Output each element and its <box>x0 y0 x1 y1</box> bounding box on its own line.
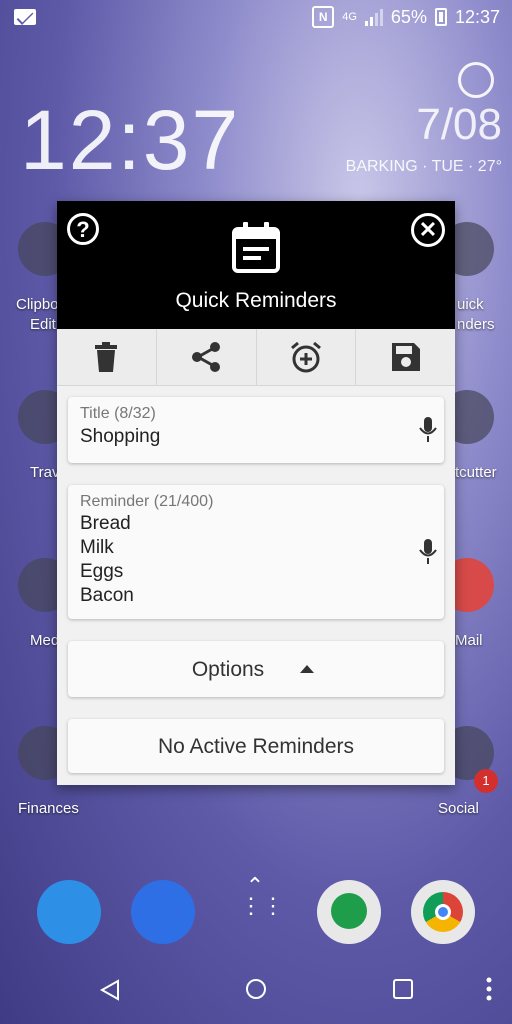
calendar-icon <box>232 222 280 273</box>
app-drawer-icon[interactable]: ⌃ ⋮⋮ <box>240 875 284 936</box>
network-type: 4G <box>342 10 357 23</box>
clipboard-app-label: Clipbo <box>16 296 59 313</box>
title-field-value[interactable]: Shopping <box>80 425 160 449</box>
share-icon <box>192 342 221 372</box>
travel-folder-label: Trav <box>30 464 60 481</box>
clipboard-app-label-2: Edit <box>30 316 56 333</box>
share-button[interactable] <box>157 329 257 385</box>
media-folder-label: Med <box>30 632 60 649</box>
weather-sun-icon <box>458 62 494 98</box>
quick-reminders-label-2: nders <box>457 316 495 333</box>
save-icon <box>391 343 420 371</box>
nfc-icon: N <box>312 6 335 28</box>
mail-app-label: Mail <box>455 632 483 649</box>
dialog-toolbar <box>57 329 455 386</box>
back-icon[interactable] <box>98 978 122 1002</box>
quick-reminders-label: uick <box>457 296 484 313</box>
location-weather: BARKING · TUE · 27° <box>345 158 502 175</box>
add-alarm-button[interactable] <box>257 329 357 385</box>
delete-button[interactable] <box>57 329 157 385</box>
signal-icon <box>364 8 383 26</box>
social-badge: 1 <box>474 769 498 793</box>
reminder-mic-icon[interactable] <box>419 539 437 565</box>
dialog-header: ? ✕ Quick Reminders <box>57 201 455 329</box>
hangouts-app-icon[interactable] <box>317 880 381 944</box>
status-icons: N 4G 65% 12:37 <box>312 6 500 28</box>
title-mic-icon[interactable] <box>419 417 437 443</box>
quick-reminders-dialog: ? ✕ Quick Reminders Title (8/32) Shoppin… <box>57 201 455 785</box>
delete-icon <box>95 342 118 372</box>
chrome-app-icon[interactable] <box>411 880 475 944</box>
status-time: 12:37 <box>454 6 500 27</box>
save-button[interactable] <box>356 329 455 385</box>
chevron-up-icon <box>300 665 314 673</box>
title-field-label: Title (8/32) <box>80 405 156 422</box>
battery-percent: 65% <box>390 6 427 27</box>
reminder-field-label: Reminder (21/400) <box>80 493 214 510</box>
options-label: Options <box>191 658 265 681</box>
clock-widget-date[interactable]: 7/08 <box>416 100 502 150</box>
title-field[interactable]: Title (8/32) Shopping <box>68 397 444 463</box>
dialog-title: Quick Reminders <box>175 289 337 312</box>
social-folder-label: Social <box>438 800 479 817</box>
reminder-field[interactable]: Reminder (21/400) Bread Milk Eggs Bacon <box>68 485 444 619</box>
more-options-icon[interactable] <box>484 976 494 1002</box>
active-reminders-label: No Active Reminders <box>157 735 355 758</box>
gmail-notification-icon <box>14 9 36 25</box>
status-bar: N 4G 65% 12:37 <box>0 0 512 36</box>
help-icon[interactable]: ? <box>67 213 99 245</box>
cutter-app-label: tcutter <box>455 464 497 481</box>
phone-app-icon[interactable] <box>37 880 101 944</box>
reminder-field-value[interactable]: Bread Milk Eggs Bacon <box>80 512 134 608</box>
recents-icon[interactable] <box>392 978 414 1000</box>
options-button[interactable]: Options <box>68 641 444 697</box>
navigation-bar <box>0 960 512 1024</box>
close-icon[interactable]: ✕ <box>411 213 445 247</box>
finances-folder-label: Finances <box>18 800 79 817</box>
active-reminders-button[interactable]: No Active Reminders <box>68 719 444 773</box>
add-alarm-icon <box>290 341 321 373</box>
battery-icon <box>434 8 447 26</box>
messages-app-icon[interactable] <box>131 880 195 944</box>
home-icon[interactable] <box>244 977 268 1001</box>
clock-widget-time[interactable]: 12:37 <box>20 92 240 189</box>
